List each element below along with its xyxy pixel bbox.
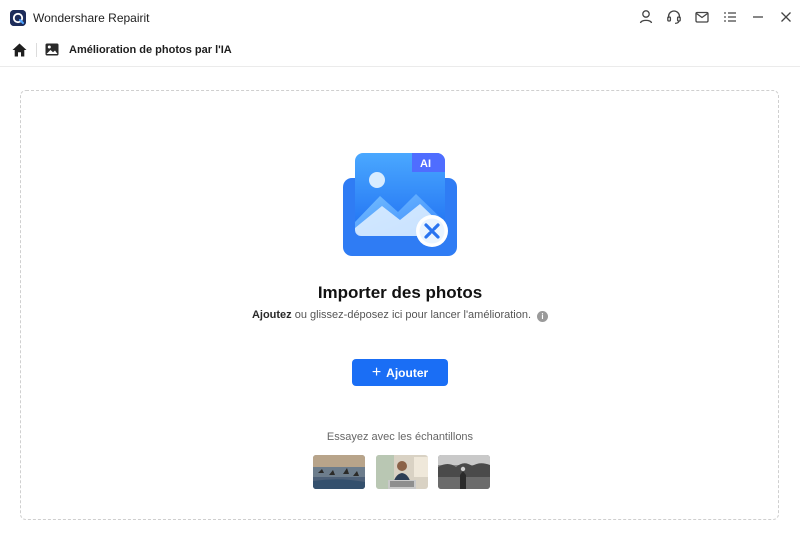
add-button[interactable]: + Ajouter xyxy=(352,359,448,386)
home-icon[interactable] xyxy=(11,42,28,58)
headset-icon[interactable] xyxy=(664,7,684,27)
import-description-text: ou glissez-déposez ici pour lancer l'amé… xyxy=(291,309,532,321)
close-icon[interactable] xyxy=(776,7,796,27)
sample-man-laptop[interactable] xyxy=(376,455,428,489)
plus-icon: + xyxy=(371,363,382,381)
repairit-logo-icon xyxy=(10,10,26,26)
add-button-label: Ajouter xyxy=(386,365,429,380)
sample-black-white-scene[interactable] xyxy=(438,455,490,489)
import-description: Ajoutez ou glissez-déposez ici pour lanc… xyxy=(0,309,800,322)
add-link[interactable]: Ajoutez xyxy=(252,309,292,321)
samples-label: Essayez avec les échantillons xyxy=(326,431,474,443)
ai-badge: AI xyxy=(420,158,431,170)
photo-upload-illustration-icon: AI xyxy=(340,150,460,260)
breadcrumb-separator xyxy=(36,43,37,57)
photo-icon xyxy=(45,43,59,56)
import-title: Importer des photos xyxy=(317,283,483,302)
app-title: Wondershare Repairit xyxy=(33,11,150,25)
page-title: Amélioration de photos par l'IA xyxy=(69,44,232,56)
mail-icon[interactable] xyxy=(692,7,712,27)
user-icon[interactable] xyxy=(636,7,656,27)
title-bar: Wondershare Repairit xyxy=(0,0,800,34)
minimize-icon[interactable] xyxy=(748,7,768,27)
breadcrumb: Amélioration de photos par l'IA xyxy=(0,34,800,67)
menu-icon[interactable] xyxy=(720,7,740,27)
sample-birds-landscape[interactable] xyxy=(313,455,365,489)
info-icon[interactable]: i xyxy=(537,311,549,322)
